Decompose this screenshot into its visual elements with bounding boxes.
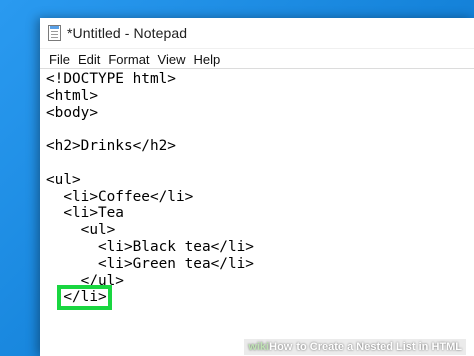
code-line: <li>Tea	[46, 205, 124, 222]
code-line: <!DOCTYPE html>	[46, 71, 176, 87]
menu-view[interactable]: View	[154, 52, 190, 67]
title-bar[interactable]: *Untitled - Notepad	[40, 18, 474, 49]
wikihow-logo: wikiHow	[248, 341, 292, 353]
logo-wiki: wiki	[248, 341, 270, 353]
highlighted-closing-li: </li>	[57, 285, 112, 311]
code-line: <html>	[46, 87, 98, 104]
notepad-window: *Untitled - Notepad File Edit Format Vie…	[40, 18, 474, 356]
window-title: *Untitled - Notepad	[67, 25, 188, 41]
text-editor[interactable]: <!DOCTYPE html> <html> <body> <h2>Drinks…	[40, 68, 474, 356]
code-line: <body>	[46, 104, 98, 121]
code-line: <h2>Drinks</h2>	[46, 138, 176, 155]
code-line: <li>Green tea</li>	[46, 255, 254, 272]
menu-edit[interactable]: Edit	[74, 52, 104, 67]
menu-help[interactable]: Help	[189, 52, 224, 67]
wikihow-watermark: wikiHow to Create a Nested List in HTML	[244, 339, 466, 355]
code-line: <ul>	[46, 171, 81, 188]
code-line: <ul>	[46, 222, 116, 239]
green-highlight-box	[57, 285, 112, 311]
highlighted-code-line: </li>	[46, 285, 474, 311]
code-line: <li>Black tea</li>	[46, 238, 254, 255]
code-line: <li>Coffee</li>	[46, 188, 194, 205]
watermark-caption: to Create a Nested List in HTML	[296, 341, 462, 353]
menu-format[interactable]: Format	[104, 52, 153, 67]
logo-how: How	[269, 341, 293, 353]
notepad-icon	[48, 25, 61, 41]
menu-file[interactable]: File	[45, 52, 74, 67]
menu-bar: File Edit Format View Help	[40, 49, 474, 69]
